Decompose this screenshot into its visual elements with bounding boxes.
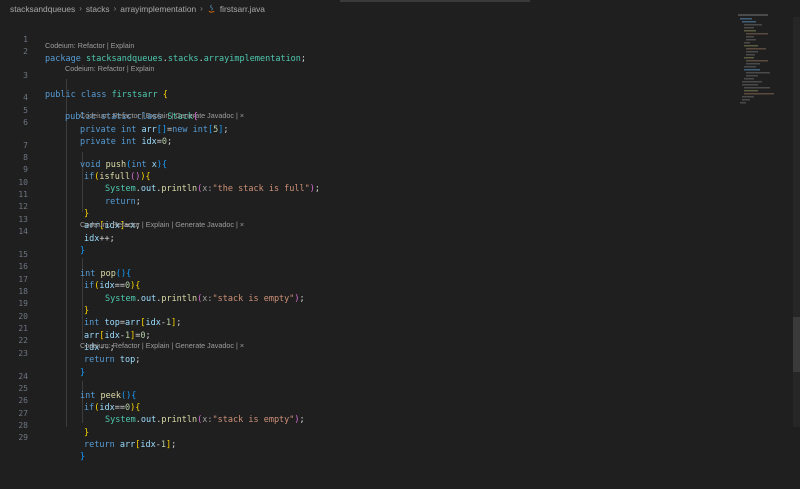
java-file-icon <box>208 4 215 13</box>
code-text: return arr[idx-1]; <box>84 440 177 450</box>
minimap[interactable] <box>738 14 800 109</box>
code-line: 9 System.out.println(x:"the stack is ful… <box>0 145 740 194</box>
code-line: 1 package stacksandqueues.stacks.arrayim… <box>0 15 740 64</box>
codelens-actions[interactable]: Codeium: Refactor | Explain | Generate J… <box>80 340 244 352</box>
breadcrumb-folder-stacks[interactable]: stacks <box>86 4 110 14</box>
code-line: 15 int pop(){ <box>0 230 740 279</box>
code-line: 14 } <box>0 207 740 256</box>
code-line: 21 idx--; <box>0 304 740 353</box>
code-line: 20 arr[idx-1]=0; <box>0 292 740 341</box>
code-line: 16 if(idx==0){ <box>0 242 740 291</box>
code-line: 3 public class firstsarr { <box>0 51 740 100</box>
scrollbar-thumb[interactable] <box>793 317 800 372</box>
code-line: 8 if(isfull()){ <box>0 133 740 182</box>
chevron-right-icon: › <box>113 4 117 13</box>
code-line: 25 if(idx==0){ <box>0 364 740 413</box>
code-text: } <box>84 428 90 438</box>
code-line: 19 int top=arr[idx-1]; <box>0 279 740 328</box>
code-line: 29 } <box>0 413 740 462</box>
line-number: 29 <box>18 433 28 442</box>
code-text: } <box>80 452 86 462</box>
code-line: 11 } <box>0 170 740 219</box>
chevron-right-icon: › <box>200 4 203 13</box>
vertical-scrollbar[interactable] <box>793 17 800 427</box>
code-line: 22 return top; <box>0 316 740 365</box>
code-line: 2 <box>0 27 740 56</box>
chevron-right-icon: › <box>79 4 82 13</box>
code-line: 26 System.out.println(x:"stack is empty"… <box>0 376 740 425</box>
code-line: 18 } <box>0 267 740 316</box>
code-line: 5 private int arr[]=new int[5]; <box>0 86 740 135</box>
code-line: 7 void push(int x){ <box>0 121 740 170</box>
code-line: 24 int peek(){ <box>0 352 740 401</box>
breadcrumb-folder-arrayimplementation[interactable]: arrayimplementation <box>120 4 196 14</box>
code-line: 27 } <box>0 389 740 438</box>
breadcrumb-file-firstsarr[interactable]: firstsarr.java <box>220 4 265 14</box>
code-line: 13 idx++; <box>0 195 740 244</box>
code-line: 12 arr[idx]=x; <box>0 182 740 231</box>
code-line: 28 return arr[idx-1]; <box>0 401 740 450</box>
code-line: 6 private int idx=0; <box>0 98 740 147</box>
breadcrumb-folder-stacksandqueues[interactable]: stacksandqueues <box>10 4 75 14</box>
code-editor[interactable]: 1 package stacksandqueues.stacks.arrayim… <box>0 15 740 462</box>
code-line: 10 return; <box>0 158 740 207</box>
code-line: 4 public static class Stack{ <box>0 73 740 122</box>
code-line: 17 System.out.println(x:"stack is empty"… <box>0 255 740 304</box>
